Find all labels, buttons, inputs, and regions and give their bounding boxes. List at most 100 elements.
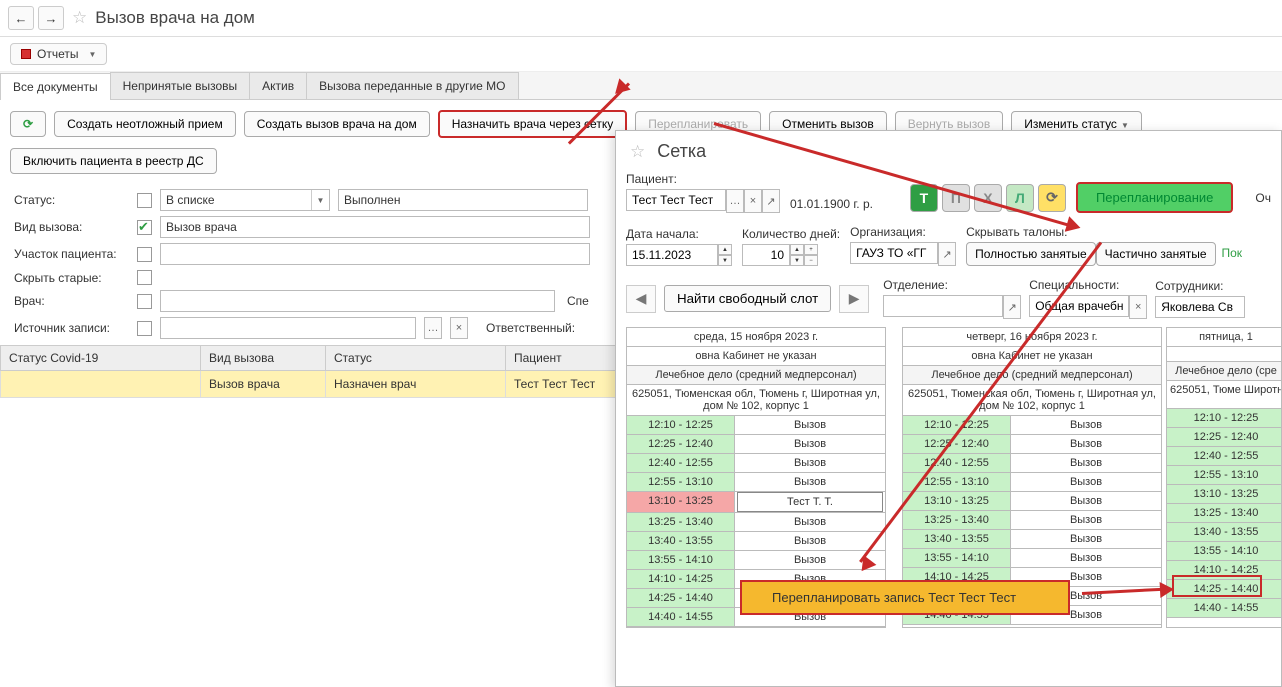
day3-addr: 625051, Тюме Широтная ул, д xyxy=(1167,381,1282,409)
slot-row[interactable]: 13:55 - 14:10Вызов xyxy=(903,549,1161,568)
slot-row[interactable]: 13:40 - 13:55Вызов xyxy=(903,530,1161,549)
nav-back-button[interactable]: ← xyxy=(8,6,34,30)
find-free-slot-button[interactable]: Найти свободный слот xyxy=(664,285,831,312)
days-up[interactable]: ▲ xyxy=(790,244,804,255)
slot-row[interactable]: 13:10 - 13:25Тест Т. Т. xyxy=(627,492,885,513)
date-down[interactable]: ▼ xyxy=(718,255,732,266)
source-input[interactable] xyxy=(160,317,416,339)
next-slot-button[interactable]: ▶ xyxy=(839,285,869,313)
slot-row[interactable]: 12:55 - 13:10Вызов xyxy=(903,473,1161,492)
slot-time: 14:10 - 14:25 xyxy=(627,570,735,588)
tab-all-docs[interactable]: Все документы xyxy=(0,73,111,100)
days-minus[interactable]: − xyxy=(804,255,818,266)
patientarea-input[interactable] xyxy=(160,243,590,265)
slot-time: 13:40 - 13:55 xyxy=(627,532,735,550)
status-mode-select[interactable]: В списке▼ xyxy=(160,189,330,211)
slot-time: 12:25 - 12:40 xyxy=(1167,428,1282,446)
spec-label2: Специальности: xyxy=(1029,278,1147,292)
slot-label: Вызов xyxy=(1011,530,1161,548)
hide-partial-button[interactable]: Частично занятые xyxy=(1096,242,1216,266)
dept-open-button[interactable]: ↗ xyxy=(1003,295,1021,319)
slot-label: Тест Т. Т. xyxy=(737,492,883,512)
col-status[interactable]: Статус xyxy=(326,346,506,371)
slot-row[interactable]: 12:40 - 12:55 xyxy=(1167,447,1282,466)
status-value-select[interactable]: Выполнен xyxy=(338,189,588,211)
tab-unaccepted[interactable]: Непринятые вызовы xyxy=(110,72,251,99)
create-urgent-button[interactable]: Создать неотложный прием xyxy=(54,111,236,137)
dept-input[interactable] xyxy=(883,295,1003,317)
hide-full-button[interactable]: Полностью занятые xyxy=(966,242,1096,266)
slot-row[interactable]: 13:25 - 13:40Вызов xyxy=(903,511,1161,530)
source-label: Источник записи: xyxy=(14,321,129,335)
days-down[interactable]: ▼ xyxy=(790,255,804,266)
create-call-button[interactable]: Создать вызов врача на дом xyxy=(244,111,430,137)
slot-row[interactable]: 12:10 - 12:25Вызов xyxy=(627,416,885,435)
replan-mode-button[interactable]: Перепланирование xyxy=(1076,182,1233,213)
patientarea-label: Участок пациента: xyxy=(14,247,129,261)
context-menu-replan[interactable]: Перепланировать запись Тест Тест Тест xyxy=(740,580,1070,615)
include-ds-button[interactable]: Включить пациента в реестр ДС xyxy=(10,148,217,174)
patient-open-button[interactable]: ↗ xyxy=(762,189,780,213)
slot-row[interactable]: 13:55 - 14:10 xyxy=(1167,542,1282,561)
slot-row[interactable]: 14:40 - 14:55 xyxy=(1167,599,1282,618)
slot-row[interactable]: 12:40 - 12:55Вызов xyxy=(627,454,885,473)
spec-clear-button[interactable]: × xyxy=(1129,295,1147,319)
doctor-checkbox[interactable] xyxy=(137,294,152,309)
tab-other-mo[interactable]: Вызова переданные в другие МО xyxy=(306,72,518,99)
col-covid[interactable]: Статус Covid-19 xyxy=(1,346,201,371)
slot-label: Вызов xyxy=(1011,492,1161,510)
slot-time: 13:10 - 13:25 xyxy=(627,492,735,512)
target-slot-highlight xyxy=(1172,575,1262,597)
setka-refresh-button[interactable]: ⟳ xyxy=(1038,184,1066,212)
favorite-icon[interactable]: ☆ xyxy=(72,8,87,28)
slot-row[interactable]: 13:25 - 13:40Вызов xyxy=(627,513,885,532)
calltype-select[interactable]: Вызов врача xyxy=(160,216,590,238)
slot-label: Вызов xyxy=(1011,549,1161,567)
days-plus[interactable]: + xyxy=(804,244,818,255)
dayscount-input[interactable] xyxy=(742,244,790,266)
nav-fwd-button[interactable]: → xyxy=(38,6,64,30)
source-lookup-button[interactable]: … xyxy=(424,317,442,339)
hideold-checkbox[interactable] xyxy=(137,270,152,285)
org-input[interactable] xyxy=(850,242,938,264)
refresh-button[interactable]: ⟳ xyxy=(10,111,46,137)
reports-dropdown[interactable]: Отчеты xyxy=(10,43,107,65)
day3-prof: Лечебное дело (сре xyxy=(1167,362,1282,381)
slot-row[interactable]: 12:55 - 13:10Вызов xyxy=(627,473,885,492)
source-checkbox[interactable] xyxy=(137,321,152,336)
org-open-button[interactable]: ↗ xyxy=(938,242,956,266)
doctor-input[interactable] xyxy=(160,290,555,312)
slot-row[interactable]: 13:10 - 13:25 xyxy=(1167,485,1282,504)
patientarea-checkbox[interactable] xyxy=(137,247,152,262)
col-type[interactable]: Вид вызова xyxy=(201,346,326,371)
setka-fav-icon[interactable]: ☆ xyxy=(630,142,645,162)
slot-row[interactable]: 13:40 - 13:55Вызов xyxy=(627,532,885,551)
prev-slot-button[interactable]: ◀ xyxy=(626,285,656,313)
slot-row[interactable]: 12:25 - 12:40Вызов xyxy=(627,435,885,454)
patient-lookup-button[interactable]: … xyxy=(726,189,744,213)
slot-row[interactable]: 12:25 - 12:40 xyxy=(1167,428,1282,447)
slot-row[interactable]: 13:55 - 14:10Вызов xyxy=(627,551,885,570)
slot-row[interactable]: 13:25 - 13:40 xyxy=(1167,504,1282,523)
source-clear-button[interactable]: × xyxy=(450,317,468,339)
tab-activ[interactable]: Актив xyxy=(249,72,307,99)
cell-status: Назначен врач xyxy=(326,371,506,398)
status-checkbox[interactable] xyxy=(137,193,152,208)
patient-clear-button[interactable]: × xyxy=(744,189,762,213)
slot-row[interactable]: 12:10 - 12:25 xyxy=(1167,409,1282,428)
slot-row[interactable]: 13:40 - 13:55 xyxy=(1167,523,1282,542)
slot-time: 14:40 - 14:55 xyxy=(627,608,735,626)
staff-input[interactable] xyxy=(1155,296,1245,318)
calltype-checkbox[interactable] xyxy=(137,220,152,235)
slot-row[interactable]: 12:10 - 12:25Вызов xyxy=(903,416,1161,435)
slot-row[interactable]: 12:40 - 12:55Вызов xyxy=(903,454,1161,473)
cell-covid xyxy=(1,371,201,398)
startdate-input[interactable] xyxy=(626,244,718,266)
slot-time: 13:10 - 13:25 xyxy=(1167,485,1282,503)
patient-input[interactable] xyxy=(626,189,726,211)
slot-time: 12:10 - 12:25 xyxy=(627,416,735,434)
slot-row[interactable]: 12:55 - 13:10 xyxy=(1167,466,1282,485)
slot-row[interactable]: 13:10 - 13:25Вызов xyxy=(903,492,1161,511)
date-up[interactable]: ▲ xyxy=(718,244,732,255)
slot-time: 13:40 - 13:55 xyxy=(1167,523,1282,541)
